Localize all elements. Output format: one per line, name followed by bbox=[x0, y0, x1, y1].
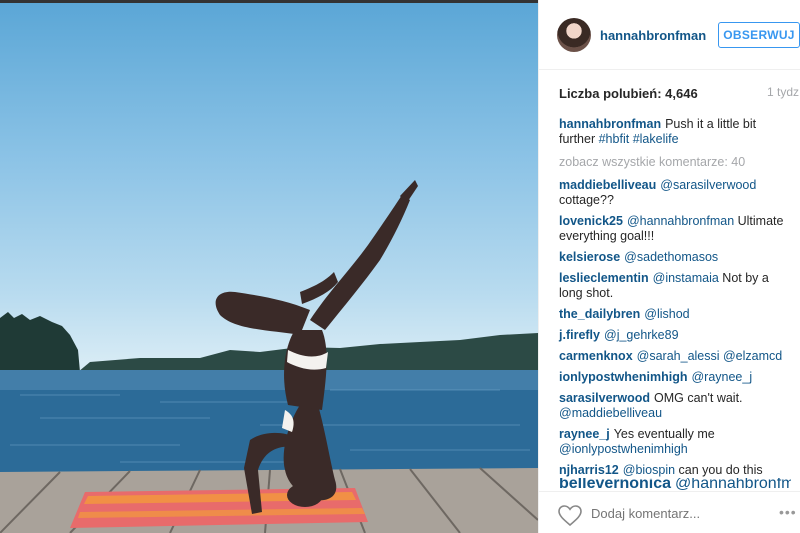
comment-item: kelsierose @sadethomasos bbox=[559, 250, 791, 265]
caption: hannahbronfman Push it a little bit furth… bbox=[559, 117, 791, 147]
hashtag-link[interactable]: #lakelife bbox=[633, 132, 679, 146]
comment-item: the_dailybren @lishod bbox=[559, 307, 791, 322]
likes-count[interactable]: Liczba polubień: 4,646 bbox=[559, 86, 698, 101]
more-options-icon[interactable]: ••• bbox=[779, 504, 797, 520]
username-link[interactable]: hannahbronfman bbox=[600, 28, 706, 43]
post-time[interactable]: 1 tydz. bbox=[767, 85, 800, 99]
comment-item: njharris12 @biospin can you do this bbox=[559, 463, 791, 478]
comment-mention[interactable]: @hannahbronfman bbox=[675, 478, 791, 490]
comment-item-partial: bellevernonica@hannahbronfman 👀 bbox=[559, 478, 791, 490]
comment-author[interactable]: leslieclementin bbox=[559, 271, 649, 285]
comment-author[interactable]: maddiebelliveau bbox=[559, 178, 656, 192]
comment-item: ionlypostwhenimhigh @raynee_j bbox=[559, 370, 791, 385]
heart-icon[interactable] bbox=[558, 505, 582, 526]
comment-footer: ••• bbox=[539, 491, 800, 533]
comment-mention[interactable]: @j_gehrke89 bbox=[604, 328, 679, 342]
comment-text: cottage?? bbox=[559, 193, 614, 207]
add-comment-input[interactable] bbox=[591, 506, 741, 521]
comment-item: bellevernonica@hannahbronfman 👀 bbox=[559, 478, 791, 490]
comment-author[interactable]: ionlypostwhenimhigh bbox=[559, 370, 687, 384]
comment-author[interactable]: njharris12 bbox=[559, 463, 619, 477]
comment-author[interactable]: carmenknox bbox=[559, 349, 633, 363]
likes-row: Liczba polubień: 4,646 1 tydz. bbox=[559, 85, 800, 101]
yoga-lake-scene bbox=[0, 180, 538, 533]
comment-author[interactable]: bellevernonica bbox=[559, 478, 671, 490]
comment-mention[interactable]: @raynee_j bbox=[691, 370, 752, 384]
comment-text: can you do this bbox=[675, 463, 763, 477]
follow-button[interactable]: OBSERWUJ bbox=[718, 22, 800, 48]
comment-mention[interactable]: @sarah_alessi @elzamcd bbox=[637, 349, 783, 363]
comment-mention[interactable]: @instamaia bbox=[653, 271, 719, 285]
comment-mention[interactable]: @sarasilverwood bbox=[660, 178, 756, 192]
comment-author[interactable]: lovenick25 bbox=[559, 214, 623, 228]
hashtag-link[interactable]: #hbfit bbox=[599, 132, 630, 146]
comment-item: leslieclementin @instamaia Not by a long … bbox=[559, 271, 791, 301]
post-side-panel: hannahbronfman OBSERWUJ Liczba polubień:… bbox=[538, 0, 800, 533]
comments-list: hannahbronfman Push it a little bit furth… bbox=[559, 117, 791, 484]
comment-author[interactable]: raynee_j bbox=[559, 427, 610, 441]
comment-text: Yes eventually me bbox=[613, 427, 715, 441]
comment-mention[interactable]: @ionlypostwhenimhigh bbox=[559, 442, 688, 456]
comment-mention[interactable]: @lishod bbox=[644, 307, 689, 321]
comment-text: OMG can't wait. bbox=[654, 391, 743, 405]
caption-author[interactable]: hannahbronfman bbox=[559, 117, 661, 131]
comment-author[interactable]: sarasilverwood bbox=[559, 391, 650, 405]
comment-item: j.firefly @j_gehrke89 bbox=[559, 328, 791, 343]
comment-mention[interactable]: @sadethomasos bbox=[624, 250, 718, 264]
comment-mention[interactable]: @hannahbronfman bbox=[627, 214, 734, 228]
comment-author[interactable]: j.firefly bbox=[559, 328, 600, 342]
post-photo[interactable] bbox=[0, 0, 538, 533]
comment-item: raynee_j Yes eventually me @ionlypostwhen… bbox=[559, 427, 791, 457]
comment-mention[interactable]: @maddiebelliveau bbox=[559, 406, 662, 420]
comment-item: maddiebelliveau @sarasilverwood cottage?? bbox=[559, 178, 791, 208]
comment-author[interactable]: kelsierose bbox=[559, 250, 620, 264]
comment-mention[interactable]: @biospin bbox=[623, 463, 675, 477]
comment-item: sarasilverwood OMG can't wait. @maddiebel… bbox=[559, 391, 791, 421]
comment-author[interactable]: the_dailybren bbox=[559, 307, 640, 321]
comment-item: carmenknox @sarah_alessi @elzamcd bbox=[559, 349, 791, 364]
avatar[interactable] bbox=[557, 18, 591, 52]
post-header: hannahbronfman OBSERWUJ bbox=[539, 0, 800, 70]
view-all-comments-link[interactable]: zobacz wszystkie komentarze: 40 bbox=[559, 155, 791, 170]
comment-item: lovenick25 @hannahbronfman Ultimate every… bbox=[559, 214, 791, 244]
